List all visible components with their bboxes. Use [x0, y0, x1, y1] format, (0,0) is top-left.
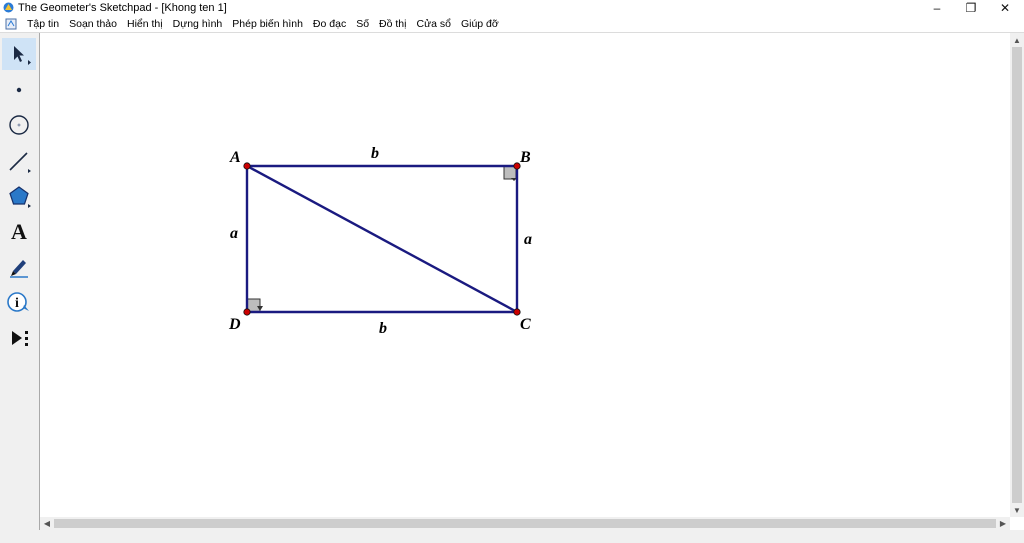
arrow-icon [14, 46, 31, 65]
point-label-a[interactable]: A [229, 149, 241, 166]
vertical-scrollbar[interactable]: ▲ ▼ [1010, 33, 1024, 517]
close-button[interactable]: ✕ [988, 0, 1022, 16]
info-icon: i [7, 292, 29, 312]
compass-tool[interactable] [2, 109, 36, 141]
circle-icon [9, 115, 29, 135]
point-d[interactable] [243, 308, 251, 316]
side-label-right[interactable]: a [524, 231, 532, 248]
diagonal-ac[interactable] [246, 164, 518, 314]
sketch-drawing[interactable]: A B C D b b a a [40, 33, 1010, 516]
polygon-tool[interactable] [2, 180, 36, 212]
menu-item-2[interactable]: Hiển thị [122, 17, 168, 31]
sketchpad-app-icon [3, 2, 14, 13]
custom-tool[interactable] [2, 322, 36, 354]
document-icon[interactable] [5, 18, 17, 30]
straightedge-tool[interactable] [2, 145, 36, 177]
menu-item-4[interactable]: Phép biến hình [227, 17, 308, 31]
scroll-up-icon[interactable]: ▲ [1011, 34, 1023, 46]
side-label-bottom[interactable]: b [379, 320, 387, 337]
sketch-canvas[interactable]: A B C D b b a a [40, 33, 1010, 516]
segment-icon [9, 152, 31, 173]
info-glyph: i [15, 296, 19, 311]
scroll-right-icon[interactable]: ▶ [997, 517, 1009, 529]
point-label-d[interactable]: D [228, 316, 241, 333]
window-title: The Geometer's Sketchpad - [Khong ten 1] [18, 2, 227, 14]
point-tool[interactable] [2, 74, 36, 106]
text-a-icon: A [11, 219, 27, 244]
horizontal-scroll-thumb[interactable] [54, 519, 996, 528]
menu-item-6[interactable]: Số [351, 17, 374, 31]
menu-item-0[interactable]: Tập tin [22, 17, 64, 31]
menu-item-9[interactable]: Giúp đỡ [456, 17, 504, 31]
side-label-left[interactable]: a [230, 225, 238, 242]
side-label-top[interactable]: b [371, 145, 379, 162]
scroll-left-icon[interactable]: ◀ [41, 517, 53, 529]
pen-icon [10, 260, 28, 278]
arrow-select-tool[interactable] [2, 38, 36, 70]
menu-item-7[interactable]: Đồ thị [374, 17, 411, 31]
horizontal-scrollbar[interactable]: ◀ ▶ [40, 517, 1010, 530]
title-bar: The Geometer's Sketchpad - [Khong ten 1]… [0, 0, 1024, 16]
toolbox: A i [0, 33, 40, 530]
point-a[interactable] [243, 162, 251, 170]
pentagon-icon [9, 186, 31, 208]
point-label-b[interactable]: B [519, 149, 531, 166]
menu-item-3[interactable]: Dựng hình [168, 17, 228, 31]
play-menu-icon [12, 331, 28, 346]
menu-bar: Tập tin Soạn thảo Hiển thị Dựng hình Phép bi… [0, 16, 1024, 45]
vertical-scroll-thumb[interactable] [1012, 47, 1022, 503]
marker-tool[interactable] [2, 251, 36, 283]
point-c[interactable] [513, 308, 521, 316]
information-tool[interactable]: i [2, 287, 36, 319]
scroll-down-icon[interactable]: ▼ [1011, 504, 1023, 516]
point-label-c[interactable]: C [520, 316, 531, 333]
restore-button[interactable]: ❐ [954, 0, 988, 16]
text-tool[interactable]: A [2, 216, 36, 248]
point-icon [16, 87, 22, 93]
minimize-button[interactable]: – [920, 0, 954, 16]
status-bar [0, 530, 1024, 543]
menu-item-5[interactable]: Đo đạc [308, 17, 351, 31]
menu-item-1[interactable]: Soạn thảo [64, 17, 122, 31]
menu-item-8[interactable]: Cửa sổ [411, 17, 455, 31]
